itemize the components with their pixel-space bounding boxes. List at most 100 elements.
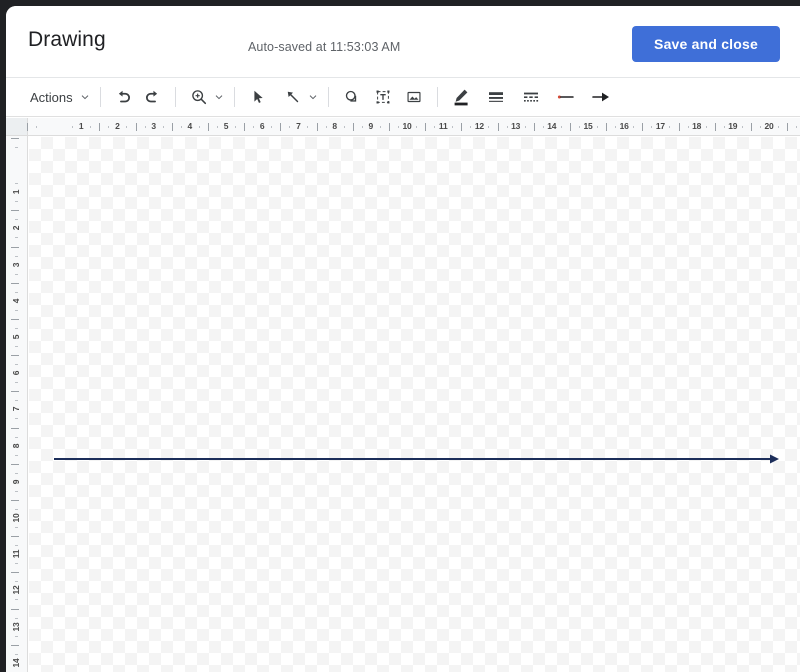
ruler-minor-tick [108, 126, 110, 128]
zoom-button[interactable] [185, 83, 213, 111]
ruler-minor-tick [506, 126, 508, 128]
ruler-minor-tick [72, 126, 74, 128]
ruler-major-tick [135, 123, 137, 131]
ruler-major-tick [207, 123, 209, 131]
ruler-minor-tick [488, 126, 490, 128]
horizontal-ruler-track: 123456789101112131415161718192021 [26, 118, 800, 135]
toolbar-divider [436, 87, 438, 107]
ruler-minor-tick [15, 545, 18, 547]
ruler-tick-label: 12 [474, 121, 484, 131]
ruler-major-tick [425, 123, 427, 131]
actions-menu[interactable]: Actions [22, 83, 91, 111]
zoom-dropdown-chevron-down-icon[interactable] [213, 93, 225, 101]
ruler-minor-tick [15, 309, 18, 311]
ruler-minor-tick [15, 508, 18, 510]
ruler-minor-tick [651, 126, 653, 128]
ruler-minor-tick [15, 454, 18, 456]
ruler-minor-tick [15, 255, 18, 257]
ruler-minor-tick [35, 126, 37, 128]
ruler-minor-tick [452, 126, 454, 128]
line-end-tool[interactable] [587, 83, 615, 111]
border-dash-tool[interactable] [517, 83, 545, 111]
ruler-tick-label: 2 [11, 226, 21, 231]
ruler-tick-label: 11 [11, 549, 21, 559]
ruler-minor-tick [307, 126, 309, 128]
ruler-minor-tick [778, 126, 780, 128]
ruler-major-tick [11, 137, 19, 139]
ruler-major-tick [11, 463, 19, 465]
border-color-tool[interactable] [447, 83, 475, 111]
ruler-major-tick [11, 246, 19, 248]
ruler-minor-tick [289, 126, 291, 128]
ruler-tick-label: 9 [368, 121, 374, 131]
ruler-tick-label: 1 [78, 121, 84, 131]
ruler-major-tick [11, 499, 19, 501]
ruler-tick-label: 8 [11, 443, 21, 448]
ruler-tick-label: 13 [511, 121, 521, 131]
ruler-major-tick [99, 123, 101, 131]
ruler-major-tick [11, 210, 19, 212]
ruler-minor-tick [198, 126, 200, 128]
toolbar-divider [233, 87, 235, 107]
ruler-major-tick [642, 123, 644, 131]
ruler-minor-tick [416, 126, 418, 128]
drawing-toolbar: Actions [6, 78, 800, 117]
undo-button[interactable] [110, 83, 138, 111]
ruler-minor-tick [325, 126, 327, 128]
ruler-major-tick [316, 123, 318, 131]
border-weight-tool[interactable] [482, 83, 510, 111]
ruler-tick-label: 5 [223, 121, 229, 131]
ruler-tick-label: 5 [11, 334, 21, 340]
image-tool[interactable] [400, 83, 428, 111]
text-box-tool[interactable] [369, 83, 397, 111]
ruler-major-tick [714, 123, 716, 131]
ruler-major-tick [11, 536, 19, 538]
ruler-minor-tick [216, 126, 218, 128]
line-tool-dropdown-chevron-down-icon[interactable] [307, 93, 319, 101]
canvas-objects-layer [54, 454, 779, 464]
shape-tool[interactable] [338, 83, 366, 111]
select-tool[interactable] [244, 83, 272, 111]
ruler-minor-tick [15, 346, 18, 348]
actions-menu-label: Actions [30, 89, 73, 105]
horizontal-ruler[interactable]: 123456789101112131415161718192021 [6, 118, 800, 136]
redo-button[interactable] [138, 83, 166, 111]
ruler-minor-tick [15, 599, 18, 601]
ruler-minor-tick [15, 201, 18, 203]
ruler-minor-tick [524, 126, 526, 128]
ruler-major-tick [171, 123, 173, 131]
arrow-line-shape[interactable] [54, 454, 779, 464]
ruler-tick-label: 14 [11, 658, 21, 668]
ruler-major-tick [606, 123, 608, 131]
dialog-header: Drawing Auto-saved at 11:53:03 AM Save a… [6, 6, 800, 78]
ruler-minor-tick [15, 635, 18, 637]
toolbar-divider [327, 87, 329, 107]
ruler-major-tick [569, 123, 571, 131]
ruler-minor-tick [560, 126, 562, 128]
line-tool[interactable] [279, 83, 307, 111]
chevron-down-icon [79, 93, 91, 101]
ruler-major-tick [750, 123, 752, 131]
ruler-major-tick [461, 123, 463, 131]
ruler-minor-tick [15, 527, 18, 529]
app-root: Drawing Auto-saved at 11:53:03 AM Save a… [0, 0, 800, 672]
drawing-canvas[interactable] [29, 137, 800, 672]
ruler-minor-tick [379, 126, 381, 128]
ruler-tick-label: 3 [11, 262, 21, 267]
ruler-minor-tick [15, 617, 18, 619]
ruler-major-tick [244, 123, 246, 131]
ruler-tick-label: 16 [619, 121, 629, 131]
ruler-major-tick [352, 123, 354, 131]
ruler-major-tick [787, 123, 789, 131]
ruler-tick-label: 11 [438, 121, 448, 131]
ruler-minor-tick [15, 418, 18, 420]
ruler-major-tick [11, 608, 19, 610]
ruler-minor-tick [15, 146, 18, 148]
save-and-close-button[interactable]: Save and close [632, 26, 780, 62]
line-start-tool[interactable] [552, 83, 580, 111]
vertical-ruler[interactable]: 1 2 3 4 5 6 7 8 9 10 11 12 13 14 [6, 136, 28, 672]
ruler-minor-tick [15, 364, 18, 366]
ruler-tick-label: 2 [115, 121, 120, 131]
ruler-minor-tick [741, 126, 743, 128]
ruler-minor-tick [271, 126, 273, 128]
